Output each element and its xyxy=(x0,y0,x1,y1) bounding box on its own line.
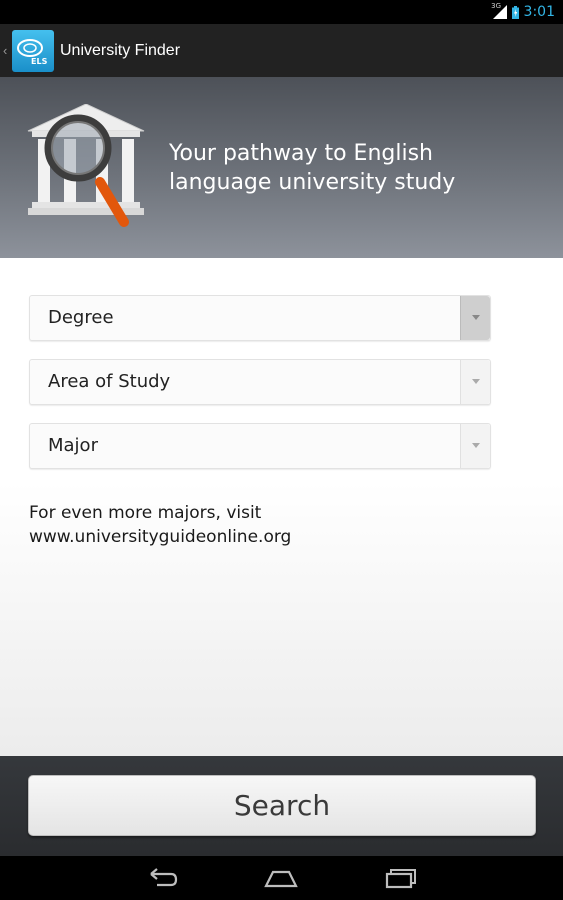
battery-icon xyxy=(511,5,519,19)
major-spinner[interactable]: Major xyxy=(29,423,491,469)
bottom-bar: Search xyxy=(0,756,563,856)
app-title: University Finder xyxy=(60,41,181,59)
system-nav-bar xyxy=(0,856,563,900)
els-logo-icon[interactable]: ELS xyxy=(12,29,54,72)
status-bar: 3G 3:01 xyxy=(0,0,563,24)
hero-banner: Your pathway to English language univers… xyxy=(0,77,563,258)
degree-spinner-label: Degree xyxy=(48,307,114,328)
major-spinner-label: Major xyxy=(48,435,98,456)
dropdown-arrow-icon[interactable] xyxy=(460,360,490,404)
recent-apps-icon[interactable] xyxy=(383,866,419,890)
dropdown-arrow-icon[interactable] xyxy=(460,296,490,340)
up-caret-icon[interactable]: ‹ xyxy=(3,43,11,58)
degree-spinner[interactable]: Degree xyxy=(29,295,491,341)
els-logo-text: ELS xyxy=(31,57,48,66)
more-majors-line1: For even more majors, visit xyxy=(29,503,262,523)
action-bar: ‹ ELS University Finder xyxy=(0,24,563,77)
hero-tagline-line1: Your pathway to English xyxy=(169,141,433,166)
university-search-icon xyxy=(27,104,145,227)
area-of-study-spinner-label: Area of Study xyxy=(48,371,171,392)
filter-form: Degree Area of Study Major For even more… xyxy=(0,258,563,756)
home-icon[interactable] xyxy=(263,866,299,890)
signal-icon xyxy=(492,5,507,19)
more-majors-text: For even more majors, visit www.universi… xyxy=(29,501,509,549)
hero-tagline: Your pathway to English language univers… xyxy=(169,139,509,197)
dropdown-arrow-icon[interactable] xyxy=(460,424,490,468)
clock: 3:01 xyxy=(523,4,555,20)
back-icon[interactable] xyxy=(145,866,181,890)
more-majors-link[interactable]: www.universityguideonline.org xyxy=(29,525,509,549)
search-button[interactable]: Search xyxy=(28,775,536,836)
area-of-study-spinner[interactable]: Area of Study xyxy=(29,359,491,405)
hero-tagline-line2: language university study xyxy=(169,170,456,195)
